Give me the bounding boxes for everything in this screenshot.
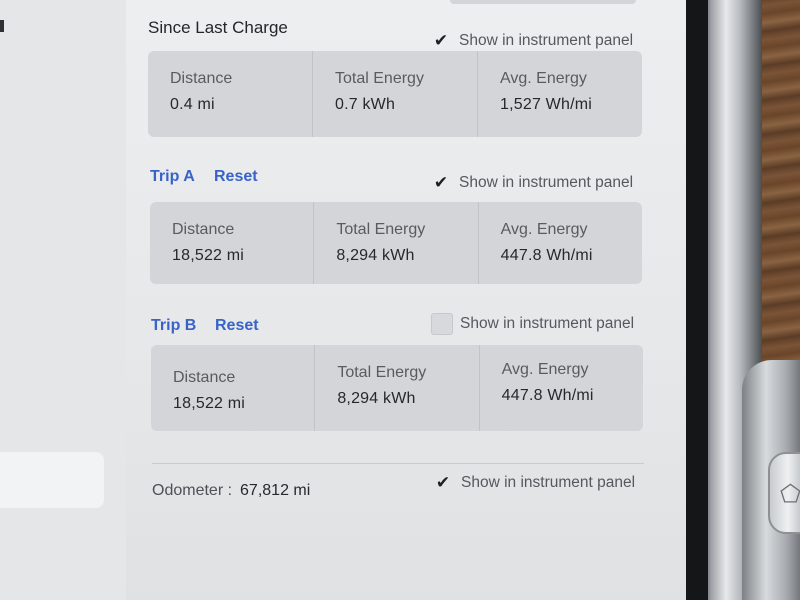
checkmark-icon: ✔ [433,173,449,193]
stat-label: Distance [172,221,235,238]
odometer-label: Odometer : [152,482,233,499]
show-in-panel-label: Show in instrument panel [459,32,634,49]
stat-value: 0.7 kWh [335,96,396,113]
stat-label: Distance [170,70,233,87]
stat-value: 1,527 Wh/mi [500,96,593,113]
stat-distance: Distance 18,522 mi [150,202,315,284]
bezel-button[interactable]: ⬠ [768,452,800,534]
stat-avg-energy: Avg. Energy 447.8 Wh/mi [480,345,643,431]
stat-label: Total Energy [337,364,427,381]
trip-b-stats: Distance 18,522 mi Total Energy 8,294 kW… [151,345,643,431]
odometer-value: 67,812 mi [240,482,311,499]
odometer-checkbox[interactable]: ✔ [432,472,454,494]
trip-a-checkbox[interactable]: ✔ [430,172,452,194]
stat-value: 447.8 Wh/mi [500,247,593,264]
odometer-show-toggle[interactable]: ✔ Show in instrument panel [432,472,635,494]
stat-total-energy: Total Energy 0.7 kWh [313,51,478,137]
since-last-charge-stats: Distance 0.4 mi Total Energy 0.7 kWh Avg… [148,51,642,137]
stat-avg-energy: Avg. Energy 447.8 Wh/mi [479,202,642,284]
stat-total-energy: Total Energy 8,294 kWh [314,202,479,284]
stat-total-energy: Total Energy 8,294 kWh [315,345,480,431]
stat-label: Avg. Energy [500,221,588,238]
stat-value: 8,294 kWh [337,390,416,407]
stat-distance: Distance 0.4 mi [148,51,313,137]
odometer-readout: Odometer : 67,812 mi [152,482,310,500]
stat-value: 18,522 mi [173,395,246,412]
show-in-panel-label: Show in instrument panel [460,315,635,332]
trip-a-show-toggle[interactable]: ✔ Show in instrument panel [430,172,633,194]
trip-a-stats: Distance 18,522 mi Total Energy 8,294 kW… [150,202,642,284]
sidebar-card[interactable] [0,452,104,508]
bezel-button-icon: ⬠ [780,480,800,508]
section-divider [152,463,644,464]
trip-b-reset-link[interactable]: Reset [215,317,259,335]
trip-b-title: Trip B [151,317,197,334]
stat-label: Avg. Energy [500,70,587,87]
left-sidebar [0,0,126,600]
stat-label: Total Energy [335,70,424,87]
trips-screen: Since Last Charge ✔ Show in instrument p… [0,0,686,600]
stat-value: 447.8 Wh/mi [501,387,594,404]
stat-value: 0.4 mi [170,96,215,113]
stat-distance: Distance 18,522 mi [151,345,316,431]
top-panel-edge [450,0,636,4]
stat-value: 18,522 mi [172,247,245,264]
stat-label: Avg. Energy [501,361,589,378]
sidebar-glyph [0,20,4,32]
show-in-panel-label: Show in instrument panel [461,474,636,491]
stat-avg-energy: Avg. Energy 1,527 Wh/mi [478,51,642,137]
since-last-charge-title: Since Last Charge [148,18,288,37]
checkmark-icon: ✔ [433,31,449,51]
stat-value: 8,294 kWh [336,247,415,264]
checkmark-icon: ✔ [435,473,451,493]
trip-b-checkbox[interactable] [431,313,453,335]
trip-b-show-toggle[interactable]: Show in instrument panel [431,313,634,335]
since-last-charge-checkbox[interactable]: ✔ [430,30,452,52]
since-last-charge-show-toggle[interactable]: ✔ Show in instrument panel [430,30,633,52]
trip-a-title: Trip A [150,168,195,185]
trip-a-reset-link[interactable]: Reset [214,168,258,186]
stat-label: Distance [173,369,236,386]
show-in-panel-label: Show in instrument panel [459,174,634,191]
stat-label: Total Energy [336,221,426,238]
